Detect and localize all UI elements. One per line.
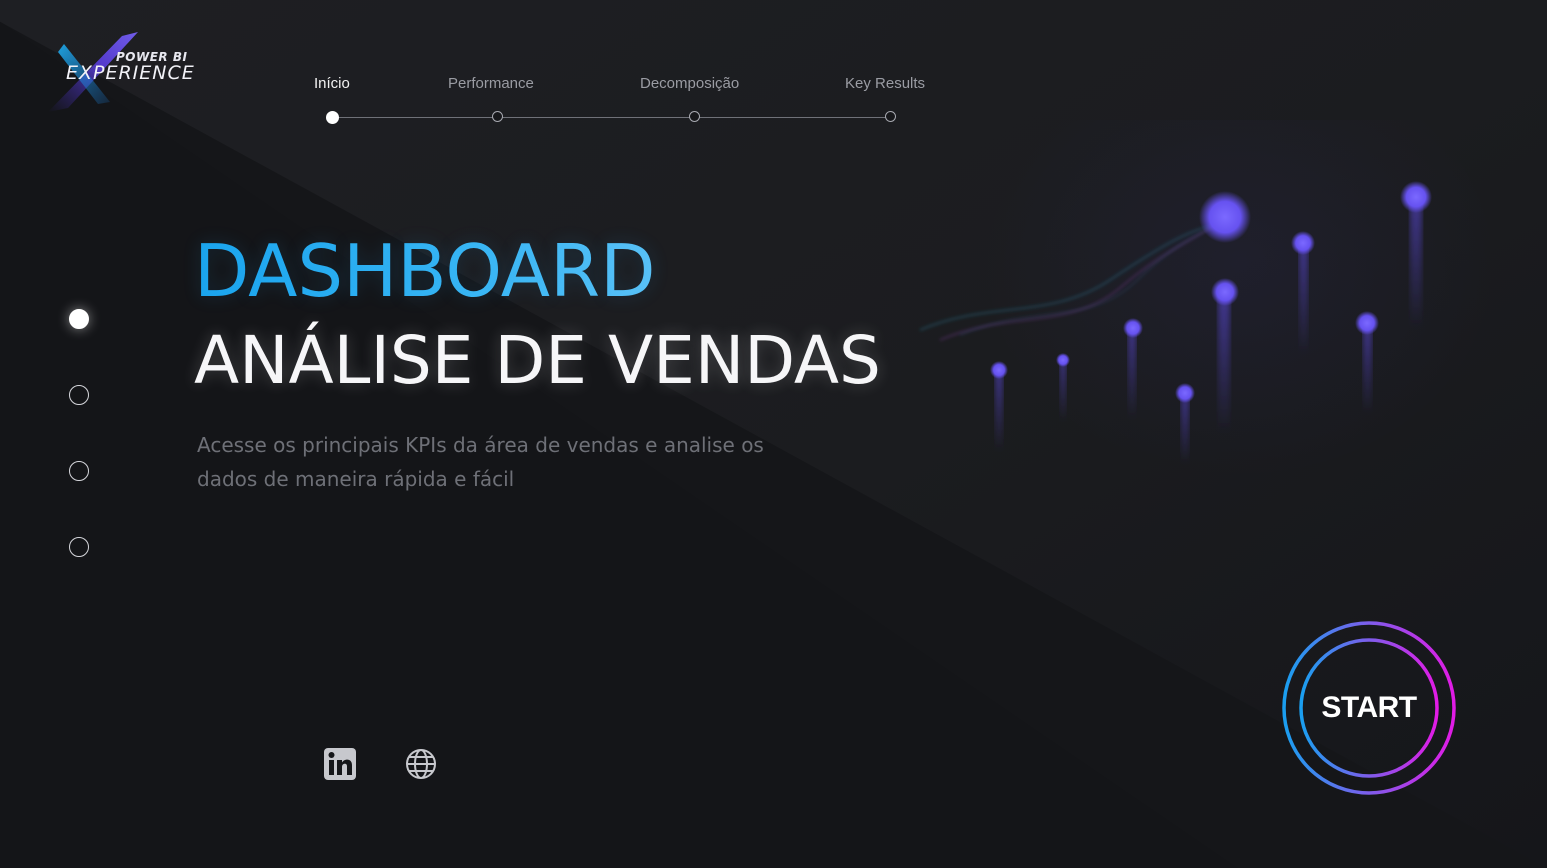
start-button[interactable]: START [1281,620,1457,796]
glowing-dots-decoration [919,181,1432,463]
step-progress-line [332,117,890,118]
globe-icon[interactable] [404,747,438,781]
step-dot-inicio[interactable] [326,111,339,124]
side-dot-2[interactable] [69,385,89,405]
tab-performance[interactable]: Performance [448,75,534,92]
power-bi-experience-logo: POWER BI EXPERIENCE [48,30,223,112]
step-dot-decomposicao[interactable] [689,111,700,122]
logo-experience-text: EXPERIENCE [66,62,195,84]
side-dot-1[interactable] [69,309,89,329]
side-dot-3[interactable] [69,461,89,481]
hero-subtitle: ANÁLISE DE VENDAS [194,322,881,399]
hero-title: DASHBOARD [194,226,656,316]
side-dot-4[interactable] [69,537,89,557]
step-dot-key-results[interactable] [885,111,896,122]
hero-description: Acesse os principais KPIs da área de ven… [197,433,764,491]
step-dot-performance[interactable] [492,111,503,122]
dashboard-cover-page: POWER BI EXPERIENCE Início Performance D… [0,0,1547,868]
tab-decomposicao[interactable]: Decomposição [640,75,739,92]
tab-key-results[interactable]: Key Results [845,75,925,92]
start-button-label: START [1321,691,1417,724]
linkedin-icon[interactable] [323,747,357,781]
tab-inicio[interactable]: Início [314,75,350,92]
